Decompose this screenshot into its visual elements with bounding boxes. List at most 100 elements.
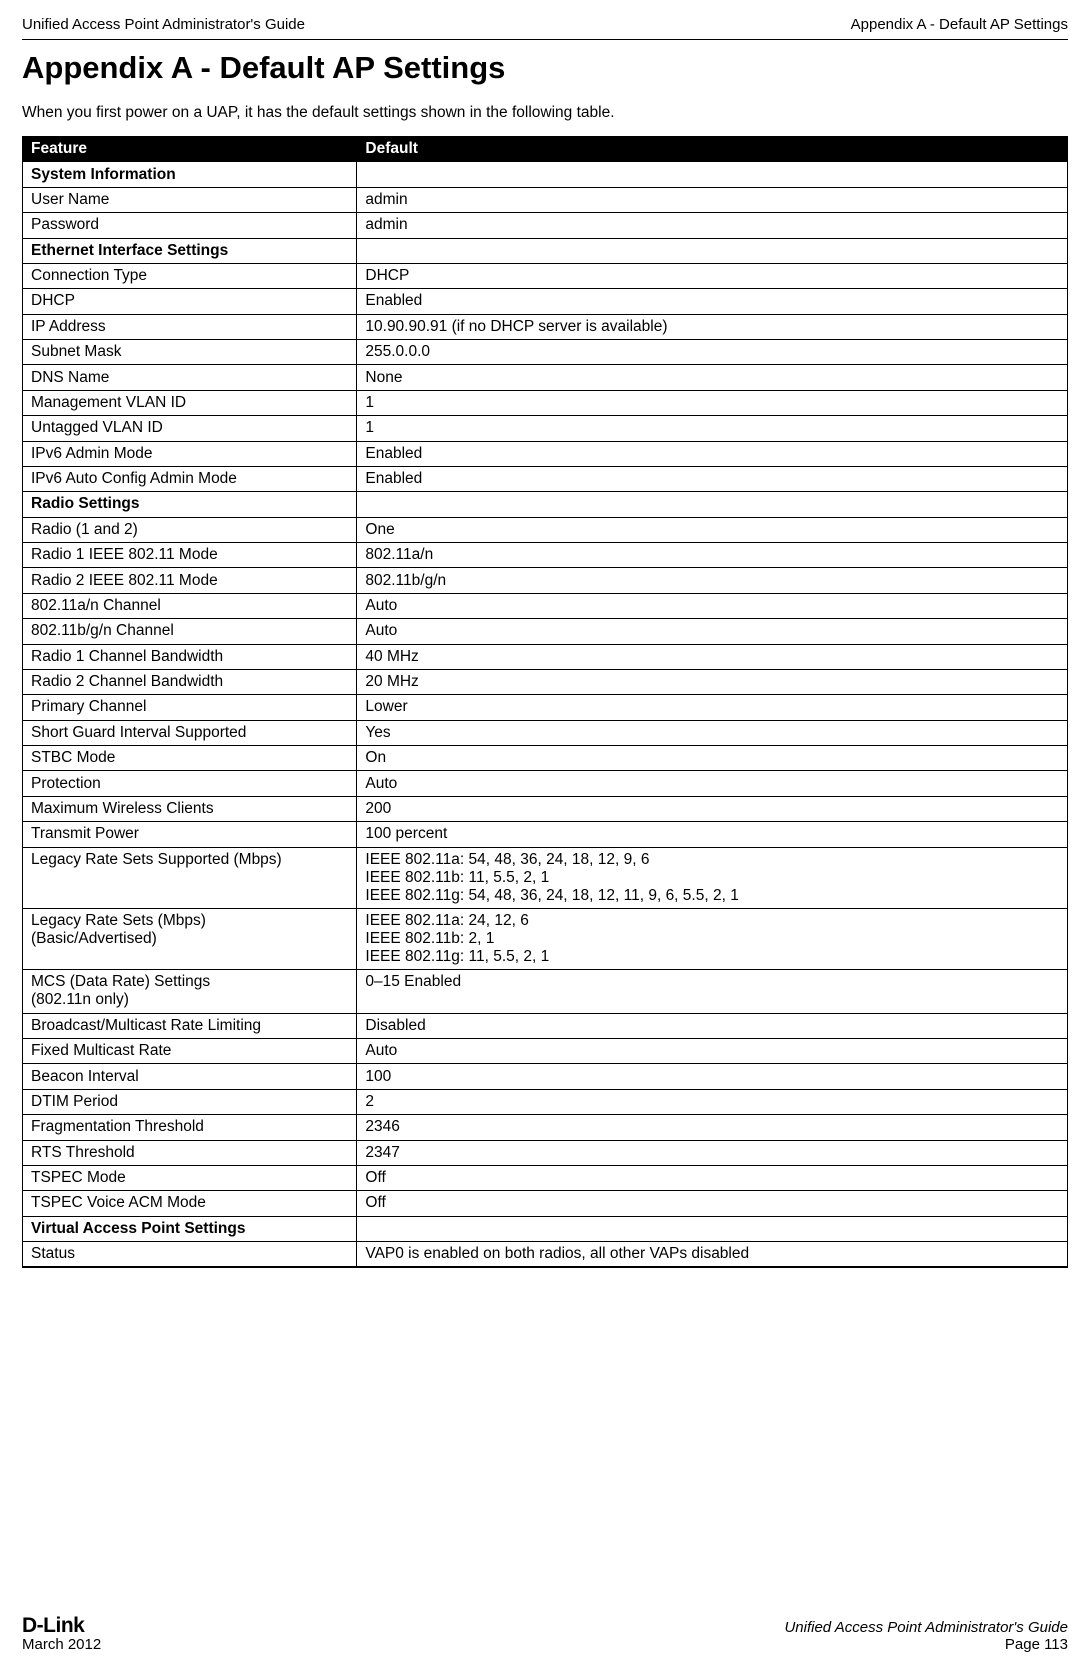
cell-default: Disabled — [357, 1013, 1068, 1038]
cell-feature: IP Address — [23, 314, 357, 339]
table-row: IPv6 Admin ModeEnabled — [23, 441, 1068, 466]
cell-feature: Subnet Mask — [23, 340, 357, 365]
table-row: DTIM Period2 — [23, 1089, 1068, 1114]
cell-default: Off — [357, 1191, 1068, 1216]
cell-feature: IPv6 Auto Config Admin Mode — [23, 466, 357, 491]
cell-feature: TSPEC Voice ACM Mode — [23, 1191, 357, 1216]
table-row: Legacy Rate Sets (Mbps) (Basic/Advertise… — [23, 908, 1068, 969]
cell-feature: System Information — [23, 162, 357, 187]
cell-default — [357, 1216, 1068, 1241]
cell-feature: Primary Channel — [23, 695, 357, 720]
table-row: Radio Settings — [23, 492, 1068, 517]
footer-guide-title: Unified Access Point Administrator's Gui… — [784, 1619, 1068, 1636]
cell-default: Enabled — [357, 441, 1068, 466]
table-row: Beacon Interval100 — [23, 1064, 1068, 1089]
cell-default — [357, 492, 1068, 517]
cell-default: admin — [357, 213, 1068, 238]
cell-default: 100 percent — [357, 822, 1068, 847]
table-row: Primary ChannelLower — [23, 695, 1068, 720]
table-row: Ethernet Interface Settings — [23, 238, 1068, 263]
cell-feature: DHCP — [23, 289, 357, 314]
header-feature: Feature — [23, 137, 357, 162]
table-row: Connection TypeDHCP — [23, 263, 1068, 288]
table-row: Radio 2 IEEE 802.11 Mode802.11b/g/n — [23, 568, 1068, 593]
cell-default: 20 MHz — [357, 669, 1068, 694]
table-row: 802.11a/n ChannelAuto — [23, 593, 1068, 618]
table-row: 802.11b/g/n ChannelAuto — [23, 619, 1068, 644]
cell-feature: DNS Name — [23, 365, 357, 390]
table-row: System Information — [23, 162, 1068, 187]
cell-feature: 802.11b/g/n Channel — [23, 619, 357, 644]
table-row: Fixed Multicast RateAuto — [23, 1039, 1068, 1064]
cell-feature: Beacon Interval — [23, 1064, 357, 1089]
table-header-row: Feature Default — [23, 137, 1068, 162]
table-row: Subnet Mask255.0.0.0 — [23, 340, 1068, 365]
table-row: Radio 2 Channel Bandwidth20 MHz — [23, 669, 1068, 694]
cell-default: Auto — [357, 593, 1068, 618]
cell-feature: STBC Mode — [23, 746, 357, 771]
page-title: Appendix A - Default AP Settings — [22, 50, 1068, 86]
table-row: STBC ModeOn — [23, 746, 1068, 771]
cell-default: DHCP — [357, 263, 1068, 288]
table-row: Radio (1 and 2)One — [23, 517, 1068, 542]
table-row: Transmit Power100 percent — [23, 822, 1068, 847]
cell-feature: Fixed Multicast Rate — [23, 1039, 357, 1064]
cell-feature: Short Guard Interval Supported — [23, 720, 357, 745]
table-row: TSPEC ModeOff — [23, 1165, 1068, 1190]
cell-feature: MCS (Data Rate) Settings (802.11n only) — [23, 970, 357, 1013]
cell-default: Auto — [357, 771, 1068, 796]
cell-feature: Virtual Access Point Settings — [23, 1216, 357, 1241]
table-row: DHCPEnabled — [23, 289, 1068, 314]
cell-feature: 802.11a/n Channel — [23, 593, 357, 618]
cell-feature: User Name — [23, 187, 357, 212]
footer-right: Unified Access Point Administrator's Gui… — [784, 1619, 1068, 1653]
cell-feature: Password — [23, 213, 357, 238]
cell-feature: Ethernet Interface Settings — [23, 238, 357, 263]
table-row: Fragmentation Threshold2346 — [23, 1115, 1068, 1140]
cell-feature: Management VLAN ID — [23, 390, 357, 415]
table-row: ProtectionAuto — [23, 771, 1068, 796]
table-row: Radio 1 IEEE 802.11 Mode802.11a/n — [23, 543, 1068, 568]
cell-feature: Transmit Power — [23, 822, 357, 847]
cell-default: 1 — [357, 390, 1068, 415]
cell-feature: Radio 2 IEEE 802.11 Mode — [23, 568, 357, 593]
cell-feature: Radio (1 and 2) — [23, 517, 357, 542]
cell-default: 2 — [357, 1089, 1068, 1114]
intro-text: When you first power on a UAP, it has th… — [22, 104, 1068, 122]
cell-feature: Maximum Wireless Clients — [23, 796, 357, 821]
table-row: Radio 1 Channel Bandwidth40 MHz — [23, 644, 1068, 669]
table-row: Short Guard Interval SupportedYes — [23, 720, 1068, 745]
header-divider — [22, 39, 1068, 40]
cell-default: Auto — [357, 1039, 1068, 1064]
page-footer: D-Link March 2012 Unified Access Point A… — [22, 1614, 1068, 1653]
cell-default: 1 — [357, 416, 1068, 441]
cell-default: 255.0.0.0 — [357, 340, 1068, 365]
table-bottom-divider — [22, 1266, 1068, 1268]
cell-default: Enabled — [357, 289, 1068, 314]
table-row: Management VLAN ID1 — [23, 390, 1068, 415]
cell-default: 40 MHz — [357, 644, 1068, 669]
cell-default: 10.90.90.91 (if no DHCP server is availa… — [357, 314, 1068, 339]
cell-feature: Radio Settings — [23, 492, 357, 517]
table-row: Legacy Rate Sets Supported (Mbps)IEEE 80… — [23, 847, 1068, 908]
table-row: Broadcast/Multicast Rate LimitingDisable… — [23, 1013, 1068, 1038]
header-default: Default — [357, 137, 1068, 162]
table-row: Untagged VLAN ID1 — [23, 416, 1068, 441]
cell-default: 200 — [357, 796, 1068, 821]
cell-feature: Protection — [23, 771, 357, 796]
cell-default: admin — [357, 187, 1068, 212]
footer-page: Page 113 — [784, 1636, 1068, 1653]
cell-default: 2347 — [357, 1140, 1068, 1165]
table-row: TSPEC Voice ACM ModeOff — [23, 1191, 1068, 1216]
cell-default: 802.11a/n — [357, 543, 1068, 568]
cell-default: Lower — [357, 695, 1068, 720]
cell-default: One — [357, 517, 1068, 542]
cell-feature: TSPEC Mode — [23, 1165, 357, 1190]
cell-default — [357, 162, 1068, 187]
table-row: MCS (Data Rate) Settings (802.11n only)0… — [23, 970, 1068, 1013]
cell-feature: Legacy Rate Sets Supported (Mbps) — [23, 847, 357, 908]
table-row: StatusVAP0 is enabled on both radios, al… — [23, 1242, 1068, 1267]
footer-left: D-Link March 2012 — [22, 1614, 101, 1653]
footer-date: March 2012 — [22, 1636, 101, 1653]
cell-default: 2346 — [357, 1115, 1068, 1140]
